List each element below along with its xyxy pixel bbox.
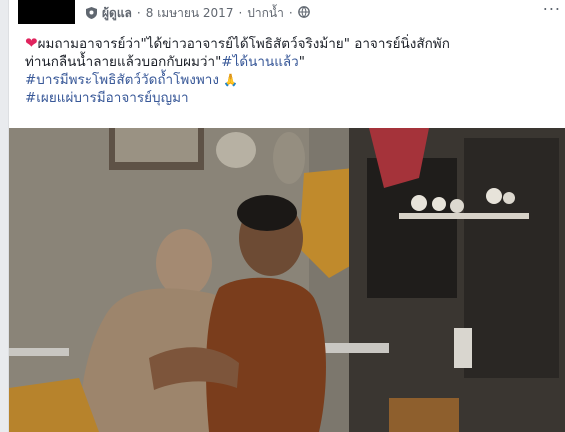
post-meta: ผู้ดูแล · 8 เมษายน 2017 · ปากน้ำ · bbox=[86, 4, 310, 22]
photo-illustration bbox=[9, 128, 565, 432]
more-options-button[interactable]: ... bbox=[543, 0, 561, 13]
hashtag-link[interactable]: #บารมีพระโพธิสัตว์วัดถ้ำโพงพาง bbox=[25, 72, 219, 88]
closing-quote: " bbox=[298, 54, 305, 70]
text-reply-line: ท่านกลืนน้ำลายแล้วบอกกับผมว่า" bbox=[25, 54, 222, 70]
text-quote-line: ผมถามอาจารย์ว่า"ได้ข่าวอาจารย์ได้โพธิสัต… bbox=[37, 36, 450, 52]
post-text-line-2: ท่านกลืนน้ำลายแล้วบอกกับผมว่า"#ได้นานแล้… bbox=[25, 53, 555, 71]
post-text: ❤ผมถามอาจารย์ว่า"ได้ข่าวอาจารย์ได้โพธิสั… bbox=[25, 34, 555, 107]
meta-separator: · bbox=[288, 6, 293, 20]
post-location[interactable]: ปากน้ำ bbox=[247, 4, 284, 23]
post-date[interactable]: 8 เมษายน 2017 bbox=[146, 4, 234, 23]
pray-emoji: 🙏 bbox=[223, 73, 239, 87]
globe-icon[interactable] bbox=[297, 5, 310, 21]
post-text-line-1: ❤ผมถามอาจารย์ว่า"ได้ข่าวอาจารย์ได้โพธิสั… bbox=[25, 34, 555, 53]
post-text-line-4: #เผยแผ่บารมีอาจารย์บุญมา bbox=[25, 89, 555, 107]
heart-emoji: ❤ bbox=[25, 34, 38, 52]
hashtag-link[interactable]: #ได้นานแล้ว bbox=[221, 54, 298, 70]
meta-separator: · bbox=[238, 6, 243, 20]
post-card: ผู้ดูแล · 8 เมษายน 2017 · ปากน้ำ · ... ❤… bbox=[8, 0, 565, 432]
post-photo[interactable] bbox=[9, 128, 565, 432]
shield-admin-icon bbox=[86, 7, 97, 19]
meta-separator: · bbox=[136, 6, 141, 20]
hashtag-link[interactable]: #เผยแผ่บารมีอาจารย์บุญมา bbox=[25, 90, 189, 106]
post-text-line-3: #บารมีพระโพธิสัตว์วัดถ้ำโพงพาง 🙏 bbox=[25, 71, 555, 89]
author-role[interactable]: ผู้ดูแล bbox=[102, 4, 132, 23]
redacted-avatar[interactable] bbox=[18, 0, 75, 24]
